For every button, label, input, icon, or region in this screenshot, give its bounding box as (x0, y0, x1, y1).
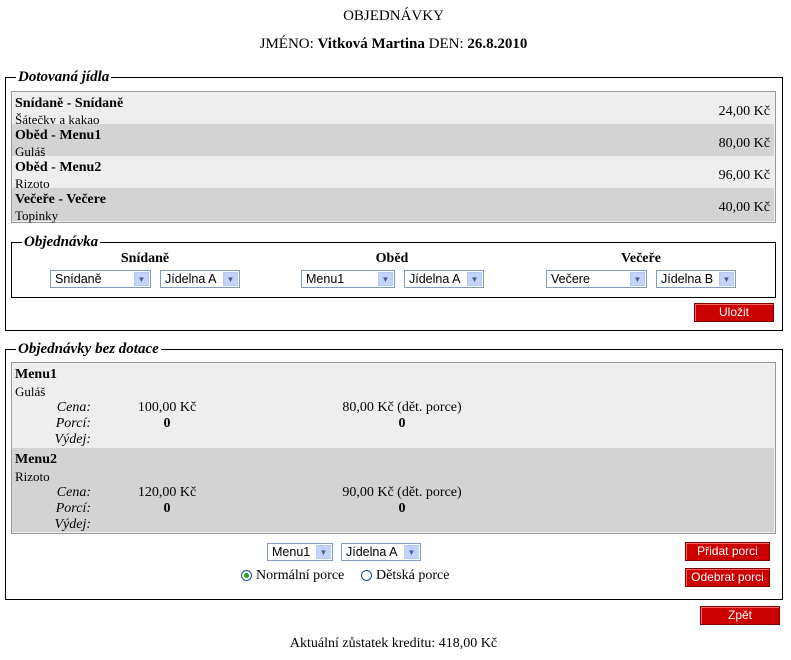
order-heading-breakfast: Snídaně (120, 251, 170, 266)
normal-portion-label: Normální porce (256, 568, 345, 583)
portions-label: Porcí: (55, 501, 91, 516)
meal-price: 80,00 Kč (718, 136, 770, 151)
chevron-down-icon: ▼ (223, 272, 238, 286)
select-value: Snídaně (55, 272, 102, 286)
subsidized-meal-list: Snídaně - Snídaně Šátečky a kakao 24,00 … (11, 91, 776, 223)
select-value: Jídelna B (661, 272, 714, 286)
meal-row: Snídaně - Snídaně Šátečky a kakao 24,00 … (12, 92, 774, 127)
dinner-meal-select[interactable]: Večere ▼ (546, 270, 647, 288)
breakfast-canteen-select[interactable]: Jídelna A ▼ (160, 270, 240, 288)
back-button[interactable]: Zpět (700, 606, 780, 625)
order-heading-lunch: Oběd (375, 251, 409, 266)
child-portion-radio[interactable] (361, 570, 372, 581)
meal-row: Oběd - Menu2 Rizoto 96,00 Kč (12, 156, 774, 191)
unsubsidized-orders-legend: Objednávky bez dotace (18, 341, 159, 357)
meal-row: Oběd - Menu1 Guláš 80,00 Kč (12, 124, 774, 159)
item-child-portions: 0 (398, 501, 406, 516)
list-item: Menu2 Rizoto Cena: 120,00 Kč 90,00 Kč (d… (12, 448, 774, 532)
price-label: Cena: (56, 400, 91, 415)
order-legend: Objednávka (24, 234, 99, 250)
name-label: JMÉNO: (259, 36, 314, 52)
name-value: Vitková Martina (317, 36, 425, 52)
select-value: Menu1 (306, 272, 345, 286)
chevron-down-icon: ▼ (378, 272, 393, 286)
unsubsidized-item-list: Menu1 Guláš Cena: 100,00 Kč 80,00 Kč (dě… (11, 362, 776, 534)
select-value: Jídelna A (165, 272, 217, 286)
select-value: Menu1 (272, 545, 311, 559)
page-title: OBJEDNÁVKY (343, 8, 444, 24)
menu-select[interactable]: Menu1 ▼ (267, 543, 333, 561)
select-value: Večere (551, 272, 590, 286)
day-label: DEN: (428, 36, 464, 52)
day-value: 26.8.2010 (467, 36, 528, 52)
user-day-line: JMÉNO: Vitková Martina DEN: 26.8.2010 (0, 36, 787, 53)
meal-name: Oběd - Menu2 (15, 160, 102, 175)
issue-label: Výdej: (54, 432, 91, 447)
item-child-price: 80,00 Kč (dět. porce) (342, 400, 462, 415)
meal-row: Večeře - Večere Topinky 40,00 Kč (12, 188, 774, 223)
meal-name: Snídaně - Snídaně (15, 96, 124, 111)
item-portions: 0 (163, 501, 171, 516)
chevron-down-icon: ▼ (719, 272, 734, 286)
meal-desc: Topinky (15, 208, 59, 223)
lunch-canteen-select[interactable]: Jídelna A ▼ (404, 270, 484, 288)
add-portion-button[interactable]: Přidat porci (685, 542, 770, 561)
select-value: Jídelna A (346, 545, 398, 559)
subsidized-meals-legend: Dotovaná jídla (18, 69, 110, 85)
meal-price: 40,00 Kč (718, 200, 770, 215)
lunch-meal-select[interactable]: Menu1 ▼ (301, 270, 395, 288)
canteen-select[interactable]: Jídelna A ▼ (341, 543, 421, 561)
select-value: Jídelna A (409, 272, 461, 286)
item-desc: Rizoto (15, 469, 50, 484)
meal-name: Oběd - Menu1 (15, 128, 102, 143)
meal-price: 96,00 Kč (718, 168, 770, 183)
item-portions: 0 (163, 416, 171, 431)
breakfast-meal-select[interactable]: Snídaně ▼ (50, 270, 151, 288)
portions-label: Porcí: (55, 416, 91, 431)
issue-label: Výdej: (54, 517, 91, 532)
item-desc: Guláš (15, 384, 46, 399)
item-child-portions: 0 (398, 416, 406, 431)
child-portion-label: Dětská porce (376, 568, 450, 583)
item-name: Menu2 (15, 452, 57, 467)
meal-name: Večeře - Večere (15, 192, 106, 207)
order-heading-dinner: Večeře (621, 251, 661, 266)
item-child-price: 90,00 Kč (dět. porce) (342, 485, 462, 500)
normal-portion-radio[interactable] (241, 570, 252, 581)
price-label: Cena: (56, 485, 91, 500)
chevron-down-icon: ▼ (316, 545, 331, 559)
meal-price: 24,00 Kč (718, 104, 770, 119)
item-price: 100,00 Kč (137, 400, 197, 415)
remove-portion-button[interactable]: Odebrat porci (685, 568, 770, 587)
dinner-canteen-select[interactable]: Jídelna B ▼ (656, 270, 736, 288)
credit-balance: Aktuální zůstatek kreditu: 418,00 Kč (289, 636, 498, 651)
chevron-down-icon: ▼ (404, 545, 419, 559)
list-item: Menu1 Guláš Cena: 100,00 Kč 80,00 Kč (dě… (12, 363, 774, 447)
chevron-down-icon: ▼ (467, 272, 482, 286)
item-price: 120,00 Kč (137, 485, 197, 500)
save-button[interactable]: Uložit (694, 303, 774, 322)
chevron-down-icon: ▼ (630, 272, 645, 286)
chevron-down-icon: ▼ (134, 272, 149, 286)
item-name: Menu1 (15, 367, 57, 382)
